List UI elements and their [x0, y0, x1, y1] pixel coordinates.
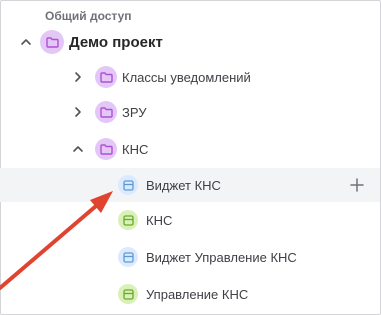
chevron-up-icon[interactable]	[72, 143, 84, 155]
tree-item-label: КНС	[122, 141, 149, 157]
chevron-up-icon[interactable]	[20, 36, 32, 48]
plus-icon[interactable]	[350, 178, 364, 192]
tree-item-kns-folder[interactable]: КНС	[0, 137, 380, 161]
chevron-right-icon[interactable]	[72, 71, 84, 83]
folder-icon	[95, 66, 117, 88]
tree-item-widget-kns[interactable]: Виджет КНС	[0, 168, 380, 202]
widget-icon	[118, 247, 138, 267]
tree-item-label: Виджет Управление КНС	[146, 249, 297, 265]
tree-item-control-kns[interactable]: Управление КНС	[0, 282, 380, 306]
section-title: Общий доступ	[45, 9, 132, 23]
tree-item-notification-classes[interactable]: Классы уведомлений	[0, 65, 380, 89]
chevron-right-icon[interactable]	[72, 106, 84, 118]
tree-item-demo-project[interactable]: Демо проект	[0, 29, 380, 55]
tree-item-label: Классы уведомлений	[122, 69, 251, 85]
tree-item-kns-dashboard[interactable]: КНС	[0, 208, 380, 232]
folder-icon	[95, 138, 117, 160]
dashboard-icon	[118, 284, 138, 304]
tree-item-label: Управление КНС	[146, 286, 249, 302]
tree-item-label: Демо проект	[69, 33, 163, 51]
folder-icon	[95, 101, 117, 123]
dashboard-icon	[118, 210, 138, 230]
tree-item-widget-control-kns[interactable]: Виджет Управление КНС	[0, 245, 380, 269]
folder-icon	[40, 30, 64, 54]
tree-item-label: Виджет КНС	[146, 177, 221, 193]
tree-item-label: ЗРУ	[122, 104, 147, 120]
tree-item-label: КНС	[146, 212, 173, 228]
widget-icon	[118, 175, 138, 195]
tree-item-zru[interactable]: ЗРУ	[0, 100, 380, 124]
